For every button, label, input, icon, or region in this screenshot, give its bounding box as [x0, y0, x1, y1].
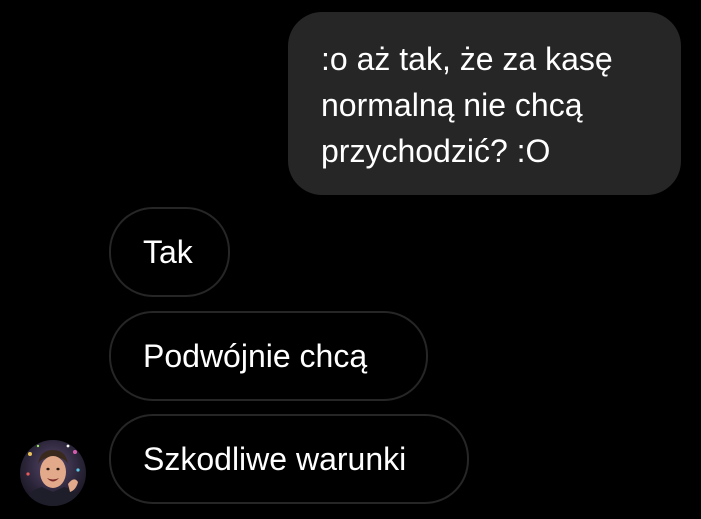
sent-message-bubble[interactable]: :o aż tak, że za kasę normalną nie chcą … — [288, 12, 681, 195]
message-text: Podwójnie chcą — [143, 338, 368, 374]
received-message-bubble[interactable]: Podwójnie chcą — [109, 311, 428, 401]
chat-thread: :o aż tak, że za kasę normalną nie chcą … — [0, 0, 701, 519]
message-text: Szkodliwe warunki — [143, 441, 407, 477]
message-text-line: :o aż tak, że za kasę — [321, 41, 613, 77]
received-message-bubble[interactable]: Szkodliwe warunki — [109, 414, 469, 504]
message-text-line: normalną nie chcą — [321, 87, 583, 123]
received-message-bubble[interactable]: Tak — [109, 207, 230, 297]
message-text: Tak — [143, 234, 193, 270]
contact-avatar[interactable] — [20, 440, 86, 506]
message-text-line: przychodzić? :O — [321, 133, 551, 169]
avatar-photo-icon — [20, 440, 86, 506]
